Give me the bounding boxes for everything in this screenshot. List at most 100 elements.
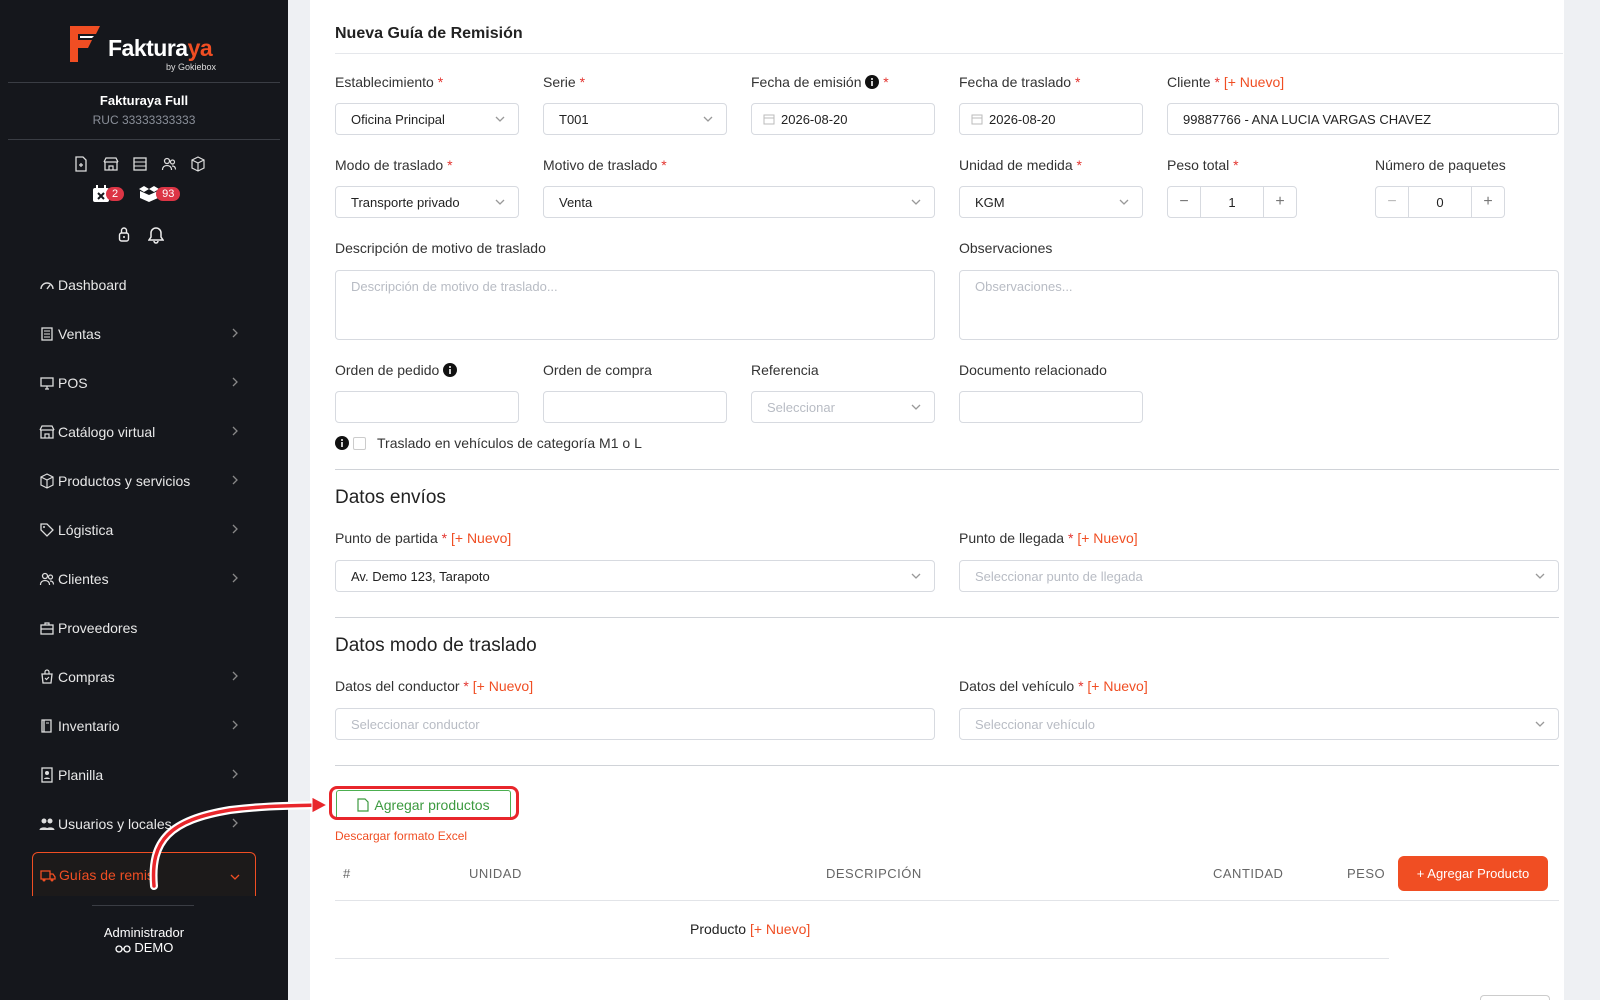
sidebar-item-label: Lógistica [58,521,114,538]
logo-text: Fakturaya [108,35,213,61]
info-icon[interactable] [865,75,880,89]
sidebar-item-truck[interactable]: Guías de remisi [32,852,256,896]
referencia-select[interactable]: Seleccionar [751,391,935,423]
vehiculo-select[interactable]: Seleccionar vehículo [959,708,1559,740]
m1-checkbox-label[interactable]: Traslado en vehículos de categoría M1 o … [377,435,642,451]
m1-checkbox[interactable] [353,437,366,450]
user-mode-label: DEMO [134,940,174,955]
user-group-icon [39,816,55,832]
plus-button[interactable]: + [1472,187,1504,217]
num-paquetes-stepper[interactable]: − 0 + [1375,186,1505,218]
fecha-traslado-input[interactable]: 2026-08-20 [959,103,1143,135]
fecha-emision-label: Fecha de emisión * [751,74,889,90]
punto-llegada-select[interactable]: Seleccionar punto de llegada [959,560,1559,592]
box-badge[interactable]: 93 [138,185,181,203]
scroll-to-top-button[interactable] [1480,995,1550,1000]
sidebar-item-label: Proveedores [58,619,138,636]
referencia-label: Referencia [751,362,819,378]
partida-nuevo-link[interactable]: [+ Nuevo] [451,530,511,546]
conductor-select[interactable]: Seleccionar conductor [335,708,935,740]
unidad-medida-select[interactable]: KGM [959,186,1143,218]
quick-access-bar [74,156,206,172]
chevron-right-icon [230,816,240,830]
box-count-badge: 93 [156,187,181,201]
info-icon[interactable] [443,363,458,377]
logo[interactable]: Fakturaya by Gokiebox [66,24,226,74]
bag-icon [39,668,55,685]
briefcase-icon [39,620,55,636]
truck-icon [40,867,56,883]
sidebar-item-receipt[interactable]: Ventas [32,309,256,358]
table-icon[interactable] [132,156,148,172]
cliente-select[interactable]: 99887766 - ANA LUCIA VARGAS CHAVEZ [1167,103,1559,135]
orden-compra-input[interactable] [543,391,727,423]
calendar-badge[interactable]: 2 [92,185,125,203]
sidebar-item-id-card[interactable]: Planilla [32,750,256,799]
minus-button[interactable]: − [1376,187,1408,217]
bell-icon[interactable] [148,226,164,244]
serie-select[interactable]: T001 [543,103,727,135]
descargar-excel-link[interactable]: Descargar formato Excel [335,829,467,843]
num-paquetes-value[interactable]: 0 [1408,187,1472,217]
punto-partida-label: Punto de partida * [+ Nuevo] [335,530,512,546]
sidebar-item-label: Ventas [58,325,101,342]
chevron-down-icon [911,573,921,579]
company-ruc: RUC 33333333333 [92,113,196,127]
chevron-down-icon [1535,573,1545,579]
box-icon [39,472,55,489]
sidebar-item-monitor[interactable]: POS [32,358,256,407]
sidebar-item-tag[interactable]: Lógistica [32,505,256,554]
box-icon[interactable] [190,156,206,172]
agregar-producto-button[interactable]: + Agregar Producto [1398,856,1548,891]
sidebar-item-user-group[interactable]: Usuarios y locales [32,799,256,848]
lock-icon[interactable] [118,226,130,242]
users-icon[interactable] [161,156,177,172]
sidebar-item-label: POS [58,374,88,391]
receipt-icon [39,326,55,342]
motivo-traslado-select[interactable]: Venta [543,186,935,218]
sidebar-item-label: Clientes [58,570,109,587]
account-actions [118,226,164,244]
page-title: Nueva Guía de Remisión [335,25,523,42]
llegada-nuevo-link[interactable]: [+ Nuevo] [1077,530,1137,546]
store-icon[interactable] [103,156,119,172]
notification-badges: 2 93 [92,185,181,203]
peso-total-value[interactable]: 1 [1200,187,1264,217]
producto-nuevo-link[interactable]: [+ Nuevo] [750,921,810,937]
modo-traslado-select[interactable]: Transporte privado [335,186,519,218]
cliente-nuevo-link[interactable]: [+ Nuevo] [1224,74,1284,90]
sidebar-item-users[interactable]: Clientes [32,554,256,603]
punto-partida-select[interactable]: Av. Demo 123, Tarapoto [335,560,935,592]
divider [335,53,1563,54]
vehiculo-nuevo-link[interactable]: [+ Nuevo] [1087,678,1147,694]
establecimiento-select[interactable]: Oficina Principal [335,103,519,135]
observaciones-textarea[interactable]: Observaciones... [959,270,1559,340]
info-icon[interactable] [335,436,349,450]
document-icon[interactable] [74,156,90,172]
fecha-emision-input[interactable]: 2026-08-20 [751,103,935,135]
chevron-right-icon [230,375,240,389]
conductor-nuevo-link[interactable]: [+ Nuevo] [473,678,533,694]
peso-total-stepper[interactable]: − 1 + [1167,186,1297,218]
minus-button[interactable]: − [1168,187,1200,217]
punto-llegada-label: Punto de llegada * [+ Nuevo] [959,530,1138,546]
main-area [288,0,1600,1000]
sidebar-item-briefcase[interactable]: Proveedores [32,603,256,652]
orden-pedido-input[interactable] [335,391,519,423]
motivo-traslado-label: Motivo de traslado * [543,157,667,173]
documento-relacionado-input[interactable] [959,391,1143,423]
serie-label: Serie * [543,74,586,90]
sidebar-item-bag[interactable]: Compras [32,652,256,701]
sidebar-item-book[interactable]: Inventario [32,701,256,750]
fecha-traslado-label: Fecha de traslado * [959,74,1081,90]
descripcion-motivo-textarea[interactable]: Descripción de motivo de traslado... [335,270,935,340]
sidebar-item-dashboard[interactable]: Dashboard [32,260,256,309]
vehiculo-label: Datos del vehículo * [+ Nuevo] [959,678,1148,694]
sidebar-item-store[interactable]: Catálogo virtual [32,407,256,456]
plus-button[interactable]: + [1264,187,1296,217]
user-mode[interactable]: DEMO [0,940,288,955]
company-name: Fakturaya Full [99,93,189,108]
sidebar-item-box[interactable]: Productos y servicios [32,456,256,505]
chevron-down-icon [229,870,240,884]
book-icon [39,718,55,734]
